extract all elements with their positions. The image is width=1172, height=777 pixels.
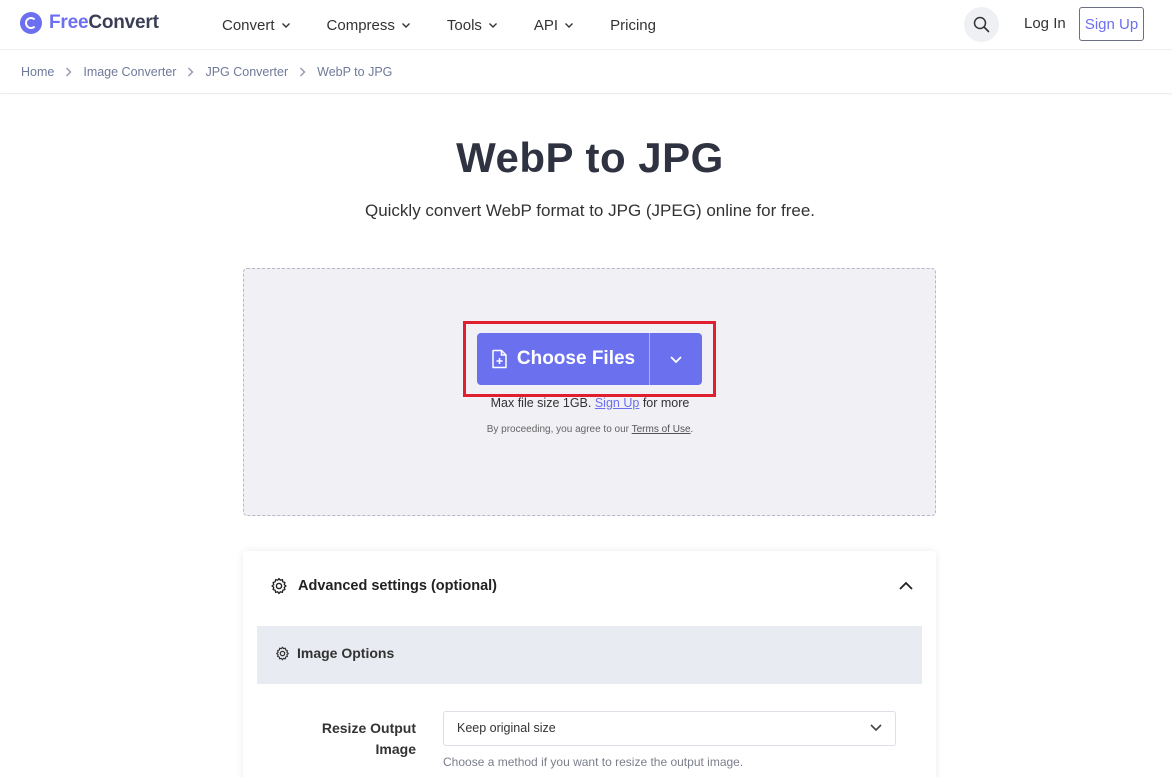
chevron-down-icon [401, 23, 410, 28]
nav-label: API [533, 16, 559, 34]
image-options-title: Image Options [297, 645, 395, 661]
breadcrumb-jpg-converter[interactable]: JPG Converter [205, 65, 288, 79]
signup-link[interactable]: Sign Up [595, 396, 639, 410]
nav-pricing[interactable]: Pricing [610, 17, 656, 34]
chevron-down-icon [281, 23, 290, 28]
main-nav: Convert Compress Tools API Pricing [222, 0, 692, 50]
terms-text: By proceeding, you agree to our [486, 424, 630, 435]
image-options-header: Image Options [275, 645, 394, 661]
chevron-down-icon [870, 724, 882, 732]
choose-files-button-group: Choose Files [477, 333, 702, 385]
logo-icon [20, 12, 42, 34]
nav-label: Convert [222, 16, 275, 34]
terms-period: . [690, 424, 694, 435]
terms-note: By proceeding, you agree to our Terms of… [0, 424, 1172, 435]
terms-link[interactable]: Terms of Use [632, 424, 691, 435]
resize-output-select[interactable]: Keep original size [443, 711, 896, 746]
max-size-text: Max file size 1GB. [490, 396, 592, 410]
chevron-right-icon [188, 67, 194, 77]
advanced-settings-header[interactable]: Advanced settings (optional) [270, 577, 497, 595]
breadcrumb-home[interactable]: Home [21, 65, 54, 79]
nav-tools[interactable]: Tools [447, 17, 498, 34]
nav-convert[interactable]: Convert [222, 17, 291, 34]
file-add-icon [492, 349, 507, 369]
chevron-down-icon [565, 23, 574, 28]
search-button[interactable] [964, 7, 999, 42]
nav-label: Compress [326, 16, 395, 34]
chevron-up-icon[interactable] [898, 581, 914, 591]
chevron-down-icon [670, 355, 682, 363]
breadcrumb-bar: Home Image Converter JPG Converter WebP … [0, 51, 1172, 94]
breadcrumb-image-converter[interactable]: Image Converter [83, 65, 176, 79]
gear-icon [276, 646, 289, 660]
site-header: FreeConvert Convert Compress Tools API P… [0, 0, 1172, 50]
upload-source-dropdown[interactable] [649, 333, 702, 385]
page-title: WebP to JPG [456, 134, 724, 181]
logo-text: FreeConvert [49, 12, 159, 33]
resize-help-text: Choose a method if you want to resize th… [443, 755, 744, 769]
breadcrumb: Home Image Converter JPG Converter WebP … [21, 65, 392, 79]
signup-button[interactable]: Sign Up [1079, 7, 1144, 41]
gear-icon [271, 577, 287, 595]
advanced-settings-title: Advanced settings (optional) [298, 578, 497, 594]
logo[interactable]: FreeConvert [20, 12, 159, 34]
choose-files-label: Choose Files [516, 348, 636, 369]
resize-output-value: Keep original size [457, 721, 556, 735]
page-subtitle: Quickly convert WebP format to JPG (JPEG… [364, 201, 816, 220]
resize-output-label: Resize Output Image [321, 720, 416, 757]
nav-compress[interactable]: Compress [327, 17, 411, 34]
search-icon [973, 16, 990, 33]
choose-files-button[interactable]: Choose Files [477, 333, 649, 385]
chevron-down-icon [488, 23, 497, 28]
nav-label: Tools [446, 16, 482, 34]
nav-label: Pricing [610, 16, 656, 34]
chevron-right-icon [66, 67, 72, 77]
breadcrumb-current: WebP to JPG [317, 65, 393, 79]
nav-api[interactable]: API [534, 17, 574, 34]
max-size-suffix: for more [642, 396, 690, 410]
login-link[interactable]: Log In [1024, 15, 1066, 32]
max-file-size-note: Max file size 1GB. Sign Up for more [0, 396, 1172, 410]
chevron-right-icon [300, 67, 306, 77]
